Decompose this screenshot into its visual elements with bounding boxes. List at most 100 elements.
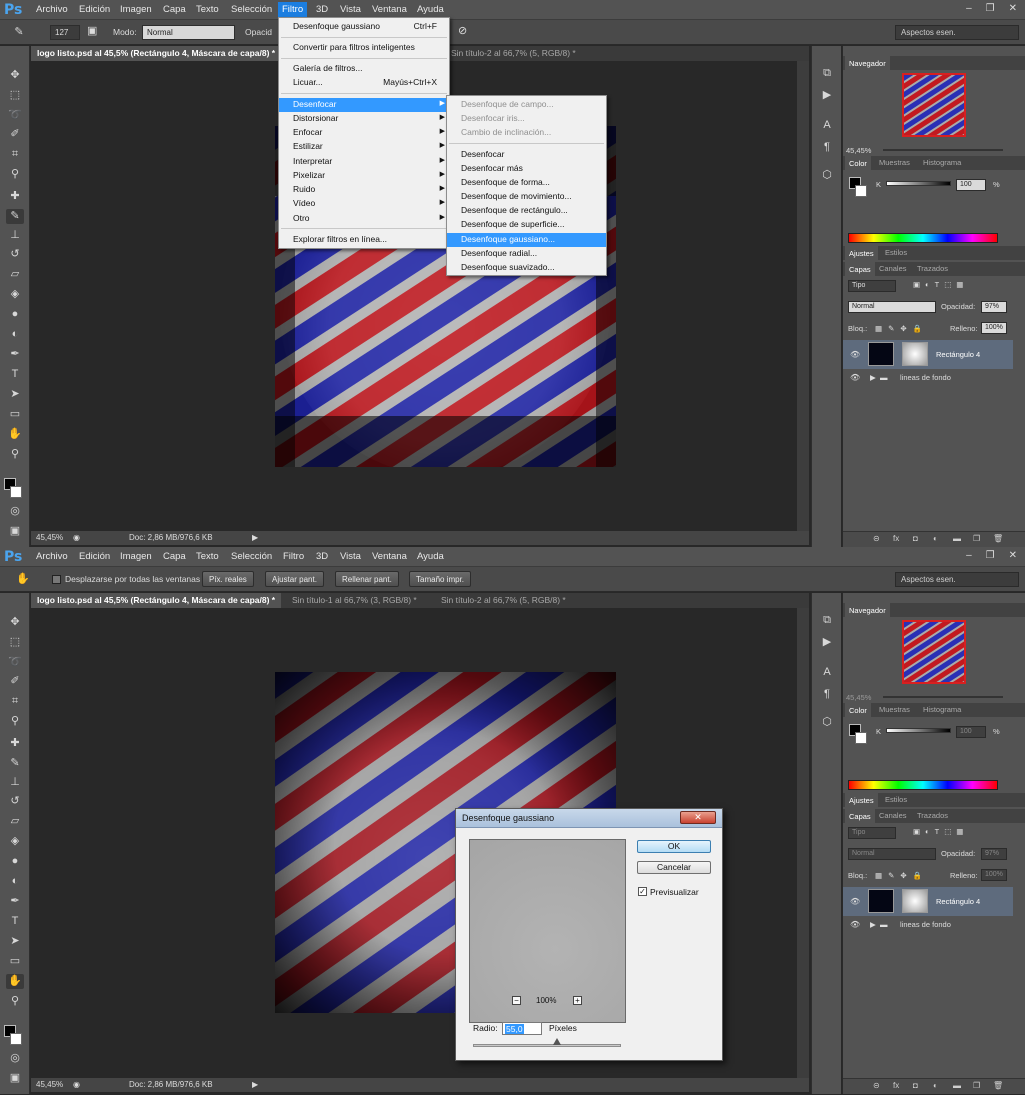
brush-tool-icon[interactable]: ✎ bbox=[6, 756, 24, 771]
status-arrow-icon[interactable]: ▶ bbox=[252, 1080, 258, 1089]
layer-name[interactable]: lineas de fondo bbox=[900, 920, 951, 929]
link-icon[interactable]: ⊝ bbox=[873, 1081, 880, 1090]
new-layer-icon[interactable]: ❐ bbox=[973, 1081, 980, 1090]
menu-ayuda[interactable]: Ayuda bbox=[415, 551, 446, 562]
zoom-out-button[interactable]: − bbox=[512, 996, 521, 1005]
screen-mode-icon[interactable]: ▣ bbox=[6, 524, 24, 539]
pen-tool-icon[interactable]: ✒ bbox=[6, 894, 24, 909]
crop-tool-icon[interactable]: ⌗ bbox=[6, 694, 24, 709]
submenu-item-surface-blur[interactable]: Desenfoque de superficie... bbox=[447, 218, 606, 232]
menu-capa[interactable]: Capa bbox=[161, 4, 188, 15]
radius-slider-thumb[interactable] bbox=[553, 1038, 561, 1045]
lasso-tool-icon[interactable]: ➰ bbox=[6, 108, 24, 123]
mode-select[interactable]: Normal bbox=[142, 25, 235, 40]
status-arrow-icon[interactable]: ▶ bbox=[252, 533, 258, 542]
submenu-item-gaussian-blur[interactable]: Desenfoque gaussiano... bbox=[447, 233, 606, 247]
doc-tab-untitled-2[interactable]: Sin título-2 al 66,7% (5, RGB/8) * bbox=[445, 46, 582, 61]
dialog-title-bar[interactable]: Desenfoque gaussiano ✕ bbox=[456, 809, 722, 828]
path-select-tool-icon[interactable]: ➤ bbox=[6, 934, 24, 949]
menu-item-noise[interactable]: Ruido ▶ bbox=[279, 183, 449, 197]
paragraph-panel-icon[interactable]: ¶ bbox=[820, 687, 834, 701]
tab-channels[interactable]: Canales bbox=[879, 264, 907, 273]
k-channel-slider[interactable] bbox=[886, 181, 951, 186]
menu-item-distort[interactable]: Distorsionar ▶ bbox=[279, 112, 449, 126]
doc-tab-untitled-2[interactable]: Sin título-2 al 66,7% (5, RGB/8) * bbox=[435, 593, 572, 608]
panel-bg-color[interactable] bbox=[855, 185, 867, 197]
menu-item-browse-online[interactable]: Explorar filtros en línea... bbox=[279, 233, 449, 247]
shape-tool-icon[interactable]: ▭ bbox=[6, 954, 24, 969]
submenu-item-motion-blur[interactable]: Desenfoque de movimiento... bbox=[447, 190, 606, 204]
menu-ventana[interactable]: Ventana bbox=[370, 551, 409, 562]
menu-3d[interactable]: 3D bbox=[314, 551, 330, 562]
status-info-icon[interactable]: ◉ bbox=[73, 533, 80, 542]
menu-filtro[interactable]: Filtro bbox=[281, 551, 306, 562]
dialog-close-button[interactable]: ✕ bbox=[680, 811, 716, 824]
menu-item-blur[interactable]: Desenfocar ▶ bbox=[279, 98, 449, 112]
navigator-thumbnail[interactable] bbox=[902, 620, 966, 684]
tab-adjustments[interactable]: Ajustes bbox=[845, 246, 878, 260]
eyedropper-tool-icon[interactable]: ⚲ bbox=[6, 714, 24, 729]
3d-panel-icon[interactable]: ⬡ bbox=[820, 168, 834, 182]
hand-tool-icon[interactable]: ✋ bbox=[6, 427, 24, 442]
history-panel-icon[interactable]: ⧉ bbox=[820, 613, 834, 627]
menu-item-smart-filters[interactable]: Convertir para filtros inteligentes bbox=[279, 41, 449, 55]
layer-row[interactable]: 👁 Rectángulo 4 bbox=[843, 887, 1013, 916]
move-tool-icon[interactable]: ✥ bbox=[6, 68, 24, 83]
navigator-thumbnail[interactable] bbox=[902, 73, 966, 137]
opacity-field[interactable]: 97% bbox=[981, 848, 1007, 860]
submenu-item-radial-blur[interactable]: Desenfoque radial... bbox=[447, 247, 606, 261]
hand-tool-icon[interactable]: ✋ bbox=[14, 572, 32, 587]
menu-edicion[interactable]: Edición bbox=[77, 551, 112, 562]
fill-field[interactable]: 100% bbox=[981, 322, 1007, 334]
tab-histogram[interactable]: Histograma bbox=[923, 158, 961, 167]
brush-panel-icon[interactable]: ▣ bbox=[87, 24, 97, 37]
lock-icons[interactable]: ▦✎✥🔒 bbox=[875, 324, 928, 333]
submenu-item-blur[interactable]: Desenfocar bbox=[447, 148, 606, 162]
preview-checkbox[interactable]: ✓ bbox=[638, 887, 647, 896]
submenu-item-blur-more[interactable]: Desenfocar más bbox=[447, 162, 606, 176]
paragraph-panel-icon[interactable]: ¶ bbox=[820, 140, 834, 154]
pen-tool-icon[interactable]: ✒ bbox=[6, 347, 24, 362]
k-channel-slider[interactable] bbox=[886, 728, 951, 733]
menu-texto[interactable]: Texto bbox=[194, 551, 221, 562]
actions-panel-icon[interactable]: ▶ bbox=[820, 88, 834, 102]
move-tool-icon[interactable]: ✥ bbox=[6, 615, 24, 630]
scroll-all-checkbox[interactable] bbox=[52, 575, 61, 584]
healing-tool-icon[interactable]: ✚ bbox=[6, 189, 24, 204]
k-value-field[interactable]: 100 bbox=[956, 726, 986, 738]
layer-row[interactable]: 👁 ▶ ▬ lineas de fondo bbox=[843, 370, 1013, 386]
brush-tool-icon[interactable]: ✎ bbox=[6, 209, 24, 224]
menu-item-last-filter[interactable]: Desenfoque gaussiano Ctrl+F bbox=[279, 20, 449, 34]
workspace-select[interactable]: Aspectos esen. bbox=[895, 572, 1019, 587]
type-tool-icon[interactable]: T bbox=[6, 914, 24, 929]
tab-swatches[interactable]: Muestras bbox=[879, 158, 910, 167]
minimize-icon[interactable]: ‒ bbox=[966, 3, 972, 14]
bucket-tool-icon[interactable]: ◈ bbox=[6, 834, 24, 849]
brush-tool-icon[interactable]: ✎ bbox=[10, 25, 28, 40]
mask-icon[interactable]: ◘ bbox=[913, 1081, 918, 1090]
cancel-button[interactable]: Cancelar bbox=[637, 861, 711, 874]
group-expand-icon[interactable]: ▶ bbox=[870, 373, 876, 382]
mask-icon[interactable]: ◘ bbox=[913, 534, 918, 543]
canvas-vertical-scrollbar[interactable] bbox=[797, 608, 809, 1078]
lasso-tool-icon[interactable]: ➰ bbox=[6, 655, 24, 670]
zoom-tool-icon[interactable]: ⚲ bbox=[6, 994, 24, 1009]
layer-filter-icons[interactable]: ▣◐T⬚▦ bbox=[913, 280, 968, 289]
layer-mask-thumbnail[interactable] bbox=[902, 889, 928, 913]
pressure-icon[interactable]: ⊘ bbox=[458, 24, 467, 37]
fill-screen-button[interactable]: Rellenar pant. bbox=[335, 571, 399, 587]
marquee-tool-icon[interactable]: ⬚ bbox=[6, 88, 24, 103]
actions-panel-icon[interactable]: ▶ bbox=[820, 635, 834, 649]
restore-icon[interactable]: ❐ bbox=[986, 3, 995, 14]
brush-size-picker[interactable]: 127 bbox=[50, 25, 80, 40]
status-zoom[interactable]: 45,45% bbox=[36, 1080, 63, 1089]
canvas-vertical-scrollbar[interactable] bbox=[797, 61, 809, 531]
menu-seleccion[interactable]: Selección bbox=[229, 4, 274, 15]
k-value-field[interactable]: 100 bbox=[956, 179, 986, 191]
status-info-icon[interactable]: ◉ bbox=[73, 1080, 80, 1089]
new-group-icon[interactable]: ▬ bbox=[953, 1081, 961, 1090]
blur-tool-icon[interactable]: ● bbox=[6, 307, 24, 322]
fit-screen-button[interactable]: Ajustar pant. bbox=[265, 571, 324, 587]
layer-row[interactable]: 👁 ▶ ▬ lineas de fondo bbox=[843, 917, 1013, 933]
menu-ayuda[interactable]: Ayuda bbox=[415, 4, 446, 15]
